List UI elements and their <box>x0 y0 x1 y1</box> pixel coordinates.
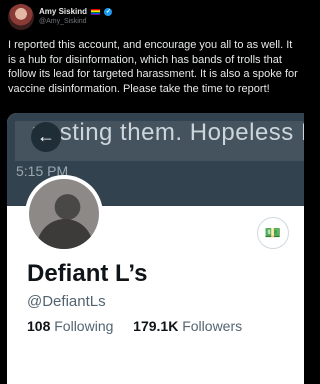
profile-photo <box>29 179 99 249</box>
back-button[interactable]: ← <box>31 122 61 152</box>
following-count[interactable]: 108 <box>27 318 50 334</box>
verified-icon: ✓ <box>104 7 113 16</box>
followers-count[interactable]: 179.1K <box>133 318 178 334</box>
author-handle[interactable]: @Amy_Siskind <box>39 18 87 25</box>
profile-avatar[interactable] <box>25 175 103 253</box>
followers-label[interactable]: Followers <box>182 318 242 334</box>
author-name[interactable]: Amy Siskind <box>39 7 87 16</box>
tweet-header: Amy Siskind ✓ @Amy_Siskind <box>8 4 298 30</box>
arrow-left-icon: ← <box>37 126 55 146</box>
pride-flag-icon <box>91 8 101 15</box>
avatar[interactable] <box>8 4 34 30</box>
banner-text: posting them. Hopeless PO <box>32 119 304 146</box>
profile-stats: 108 Following 179.1K Followers <box>27 318 242 334</box>
author-name-row[interactable]: Amy Siskind ✓ <box>39 7 113 16</box>
tweet-text: I reported this account, and encourage y… <box>8 39 298 95</box>
following-label[interactable]: Following <box>54 318 113 334</box>
money-icon: 💵 <box>264 225 282 240</box>
tip-button[interactable]: 💵 <box>257 217 289 249</box>
embedded-profile-screenshot: posting them. Hopeless PO ← 5:15 PM 💵 De… <box>7 113 304 384</box>
profile-handle: @DefiantLs <box>27 293 106 310</box>
profile-name: Defiant L’s <box>27 260 148 287</box>
